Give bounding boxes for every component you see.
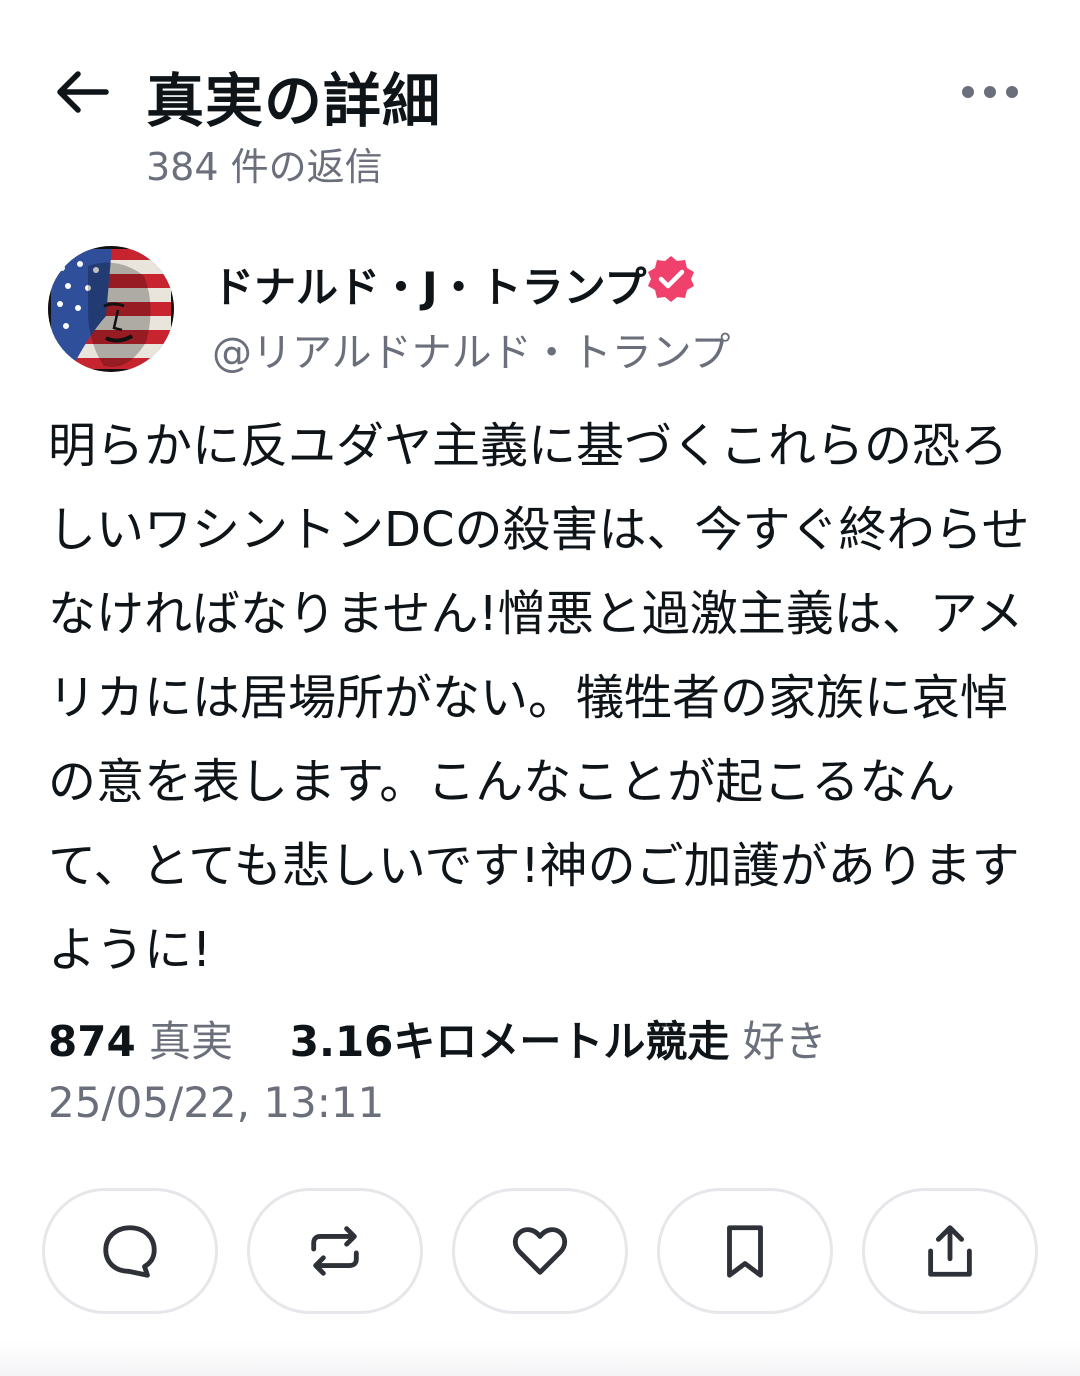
retruth-icon bbox=[311, 1226, 359, 1276]
bookmark-button[interactable] bbox=[657, 1188, 833, 1314]
author-handle[interactable]: @リアルドナルド・トランプ bbox=[212, 320, 730, 378]
author-name[interactable]: ドナルド・J・トランプ bbox=[212, 254, 646, 315]
ellipsis-icon bbox=[962, 86, 974, 98]
bookmark-icon bbox=[727, 1225, 763, 1278]
share-button[interactable] bbox=[862, 1188, 1038, 1314]
verified-badge-icon bbox=[646, 254, 696, 304]
like-button[interactable] bbox=[452, 1188, 628, 1314]
avatar-image bbox=[48, 246, 174, 372]
retruth-button[interactable] bbox=[247, 1188, 423, 1314]
arrow-left-icon bbox=[57, 71, 109, 113]
likes-label: 好き bbox=[742, 1017, 827, 1066]
truths-label: 真実 bbox=[149, 1017, 234, 1066]
truths-count[interactable]: 874 bbox=[48, 1017, 136, 1066]
reply-icon bbox=[103, 1225, 157, 1278]
truth-detail-screen: 真実の詳細 384 件の返信 ドナルド・J・トランプ @リアルドナルド・トランプ… bbox=[0, 0, 1080, 1376]
heart-icon bbox=[512, 1227, 568, 1275]
more-options-button[interactable] bbox=[950, 70, 1030, 114]
likes-count[interactable]: 3.16キロメートル競走 bbox=[290, 1017, 730, 1066]
header: 真実の詳細 384 件の返信 bbox=[0, 0, 1080, 200]
bottom-divider bbox=[0, 1340, 1080, 1376]
back-button[interactable] bbox=[48, 58, 116, 126]
avatar[interactable] bbox=[48, 246, 174, 372]
timestamp: 25/05/22, 13:11 bbox=[48, 1078, 385, 1127]
action-bar bbox=[42, 1188, 1038, 1316]
engagement-stats: 874 真実 3.16キロメートル競走 好き bbox=[48, 1012, 827, 1072]
share-icon bbox=[928, 1225, 972, 1277]
ellipsis-dot bbox=[1006, 86, 1018, 98]
ellipsis-dot bbox=[984, 86, 996, 98]
reply-button[interactable] bbox=[42, 1188, 218, 1314]
page-title: 真実の詳細 bbox=[146, 67, 442, 135]
post-text: 明らかに反ユダヤ主義に基づくこれらの恐ろしいワシントンDCの殺害は、今すぐ終わら… bbox=[48, 418, 1030, 978]
reply-count: 384 件の返信 bbox=[146, 145, 383, 189]
